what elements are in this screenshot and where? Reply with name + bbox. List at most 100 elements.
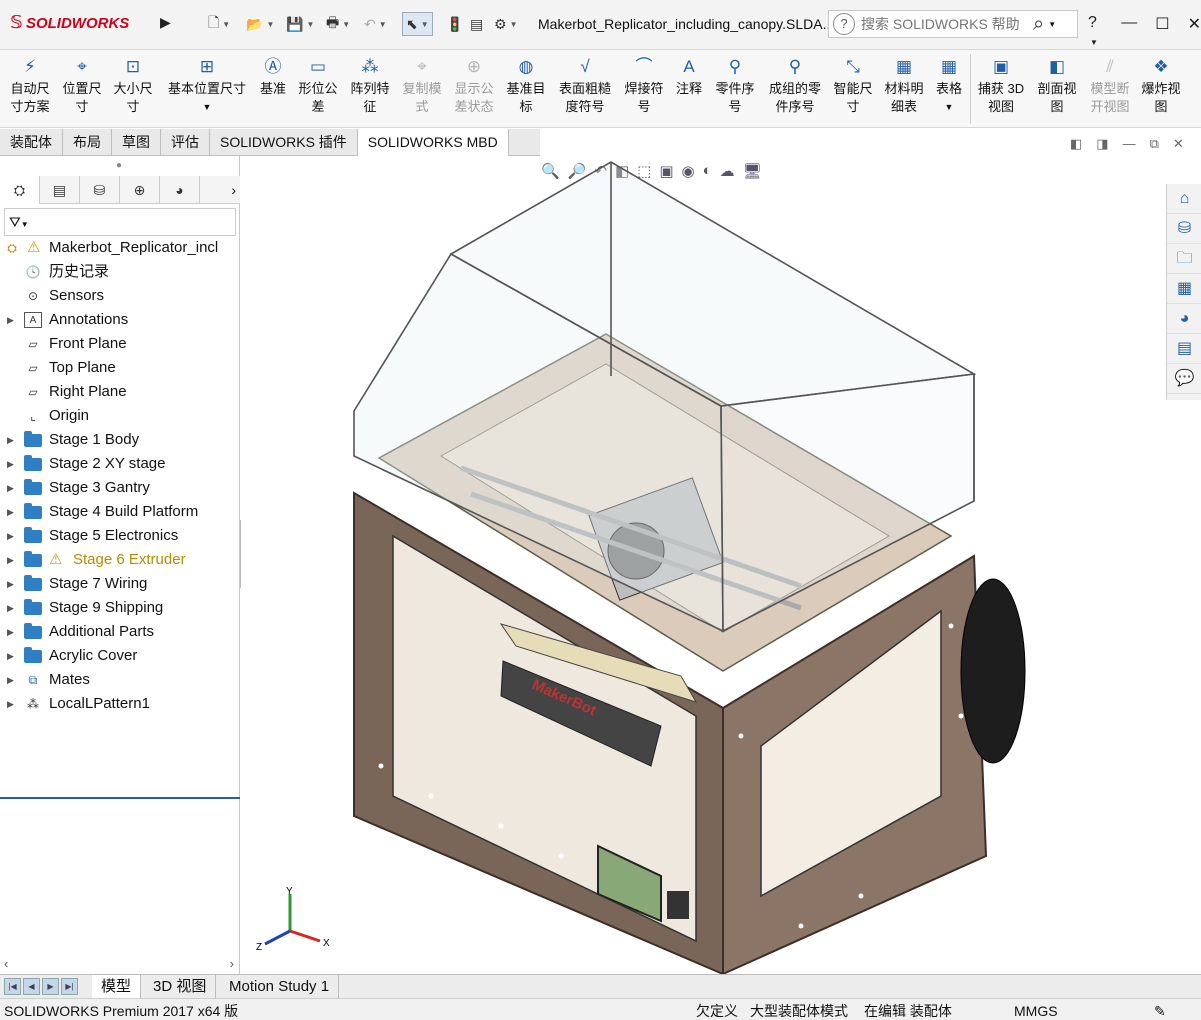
tab-feature-manager[interactable]: ⛭	[0, 176, 40, 204]
tab-layout[interactable]: 布局	[63, 129, 112, 156]
close-button[interactable]: ✕	[1188, 14, 1201, 50]
cmd-capture-3d-view[interactable]: ▣ 捕获 3D 视图	[974, 56, 1028, 116]
search-icon[interactable]: ⌕	[1033, 13, 1044, 36]
tab-addins[interactable]: SOLIDWORKS 插件	[210, 129, 358, 156]
custom-properties-icon[interactable]: ▤	[1167, 334, 1201, 364]
tree-item-stage-1-body[interactable]: ▶ Stage 1 Body	[0, 428, 240, 452]
cmd-section-view[interactable]: ◧ 剖面视图	[1032, 56, 1082, 116]
viewport-close-button[interactable]: ✕	[1173, 136, 1184, 152]
tab-mbd[interactable]: SOLIDWORKS MBD	[357, 129, 509, 156]
rebuild-button[interactable]: 🚦	[446, 12, 463, 36]
chevron-down-icon[interactable]: ▼	[1090, 38, 1098, 47]
expand-arrow-icon[interactable]: ▶	[7, 644, 14, 668]
tab-3d-views[interactable]: 3D 视图	[144, 975, 217, 999]
chevron-down-icon[interactable]: ▼	[379, 20, 387, 29]
forum-icon[interactable]: 💬	[1167, 364, 1201, 394]
cmd-geometric-tolerance[interactable]: ▭ 形位公差	[294, 56, 342, 116]
new-document-button[interactable]: 🗋 ▼	[208, 12, 230, 36]
design-library-icon[interactable]: ⛁	[1167, 214, 1201, 244]
tab-dimxpert-manager[interactable]: ⊕	[120, 176, 160, 204]
tab-motion-study[interactable]: Motion Study 1	[220, 975, 340, 999]
tree-item-top-plane[interactable]: ▱ Top Plane	[0, 356, 240, 380]
print-button[interactable]: 🖶 ▼	[326, 12, 350, 36]
expand-arrow-icon[interactable]: ▶	[7, 476, 14, 500]
chevron-down-icon[interactable]: ▼	[1048, 20, 1056, 29]
home-icon[interactable]: ⌂	[1167, 184, 1201, 214]
viewport-next-icon[interactable]: ◨	[1096, 136, 1108, 152]
tree-filter-input[interactable]: ⛛▼	[4, 208, 236, 236]
expand-arrow-icon[interactable]: ▶	[7, 692, 14, 716]
tree-item-stage-3-gantry[interactable]: ▶ Stage 3 Gantry	[0, 476, 240, 500]
tab-model[interactable]: 模型	[92, 975, 142, 999]
viewport-minimize-button[interactable]: —	[1123, 136, 1136, 152]
tree-item-stage-6-extruder[interactable]: ▶ ⚠ Stage 6 Extruder	[0, 548, 240, 572]
chevron-right-icon[interactable]: ›	[230, 956, 234, 971]
file-properties-button[interactable]: ▤	[470, 12, 483, 36]
cmd-model-break-view[interactable]: ⫽ 模型断开视图	[1086, 56, 1134, 116]
expand-arrow-icon[interactable]: ▶	[7, 308, 14, 332]
cmd-surface-finish[interactable]: √ 表面粗糙度符号	[554, 56, 616, 116]
panel-grip-icon[interactable]: ●	[116, 160, 122, 171]
viewport-restore-button[interactable]: ⧉	[1150, 136, 1159, 152]
expand-arrow-icon[interactable]: ▶	[7, 428, 14, 452]
tree-item-front-plane[interactable]: ▱ Front Plane	[0, 332, 240, 356]
first-tab-icon[interactable]: |◀	[4, 978, 21, 995]
maximize-button[interactable]: ☐	[1155, 14, 1169, 50]
expand-arrow-icon[interactable]: ▶	[7, 620, 14, 644]
cmd-datum-target[interactable]: ◍ 基准目标	[502, 56, 550, 116]
cmd-weld-symbol[interactable]: ⌒ 焊接符号	[620, 56, 668, 116]
expand-arrow-icon[interactable]: ▶	[7, 452, 14, 476]
tree-item-sensors[interactable]: ⊙ Sensors	[0, 284, 240, 308]
tree-root-assembly[interactable]: ⛭ ⚠ Makerbot_Replicator_incl	[0, 236, 240, 260]
chevron-left-icon[interactable]: ‹	[4, 956, 8, 971]
last-tab-icon[interactable]: ▶|	[61, 978, 78, 995]
search-input[interactable]	[861, 16, 1031, 32]
help-button[interactable]: ?▼	[1088, 14, 1103, 50]
tab-sketch[interactable]: 草图	[112, 129, 161, 156]
select-button[interactable]: ⬉ ▼	[402, 12, 433, 36]
tree-item-mates[interactable]: ▶ ⧉ Mates	[0, 668, 240, 692]
tree-item-stage-7-wiring[interactable]: ▶ Stage 7 Wiring	[0, 572, 240, 596]
cmd-pattern-feature[interactable]: ⁂ 阵列特征	[346, 56, 394, 116]
chevron-down-icon[interactable]: ▼	[932, 98, 966, 116]
unit-system[interactable]: MMGS	[1014, 1000, 1058, 1020]
options-button[interactable]: ⚙ ▼	[494, 12, 517, 36]
tree-item-origin[interactable]: ⌞ Origin	[0, 404, 240, 428]
tree-item-history[interactable]: 🕓 历史记录	[0, 260, 240, 284]
save-button[interactable]: 💾 ▼	[286, 12, 314, 36]
tree-item-local-pattern[interactable]: ▶ ⁂ LocalLPattern1	[0, 692, 240, 716]
chevron-down-icon[interactable]: ▼	[421, 20, 429, 29]
expand-arrow-icon[interactable]: ▶	[7, 500, 14, 524]
cmd-table[interactable]: ▦ 表格 ▼	[932, 56, 966, 116]
cmd-exploded-view[interactable]: ❖ 爆炸视图	[1138, 56, 1184, 116]
cmd-datum[interactable]: Ⓐ 基准	[256, 56, 290, 98]
undo-button[interactable]: ↶ ▼	[364, 12, 387, 36]
tab-evaluate[interactable]: 评估	[161, 129, 210, 156]
cmd-bill-of-materials[interactable]: ▦ 材料明细表	[880, 56, 928, 116]
prev-tab-icon[interactable]: ◀	[23, 978, 40, 995]
open-document-button[interactable]: 📂 ▼	[246, 12, 274, 36]
chevron-down-icon[interactable]: ▼	[306, 20, 314, 29]
tree-item-stage-4-build-platform[interactable]: ▶ Stage 4 Build Platform	[0, 500, 240, 524]
chevron-down-icon[interactable]: ▼	[21, 220, 29, 229]
tree-item-stage-2-xy-stage[interactable]: ▶ Stage 2 XY stage	[0, 452, 240, 476]
chevron-down-icon[interactable]: ▼	[342, 20, 350, 29]
viewport-prev-icon[interactable]: ◧	[1070, 136, 1082, 152]
cmd-auto-dimension-scheme[interactable]: ⚡ 自动尺寸方案	[6, 56, 54, 116]
tab-property-manager[interactable]: ▤	[40, 176, 80, 204]
expand-arrow-icon[interactable]: ▶	[7, 524, 14, 548]
chevron-down-icon[interactable]: ▼	[162, 98, 252, 116]
tree-item-stage-9-shipping[interactable]: ▶ Stage 9 Shipping	[0, 596, 240, 620]
rollback-bar[interactable]	[0, 797, 240, 799]
view-palette-icon[interactable]: ▦	[1167, 274, 1201, 304]
rebuild-status-icon[interactable]: ✎	[1154, 1000, 1166, 1020]
tab-display-manager[interactable]: ◕	[160, 176, 200, 204]
tab-assembly[interactable]: 装配体	[0, 129, 63, 156]
tree-item-acrylic-cover[interactable]: ▶ Acrylic Cover	[0, 644, 240, 668]
tab-configuration-manager[interactable]: ⛁	[80, 176, 120, 204]
cmd-auto-balloon[interactable]: ⚲ 成组的零件序号	[764, 56, 826, 116]
file-explorer-icon[interactable]: 🗀	[1167, 244, 1201, 274]
expand-arrow-icon[interactable]: ▶	[7, 596, 14, 620]
expand-arrow-icon[interactable]: ▶	[7, 668, 14, 692]
chevron-down-icon[interactable]: ▼	[266, 20, 274, 29]
